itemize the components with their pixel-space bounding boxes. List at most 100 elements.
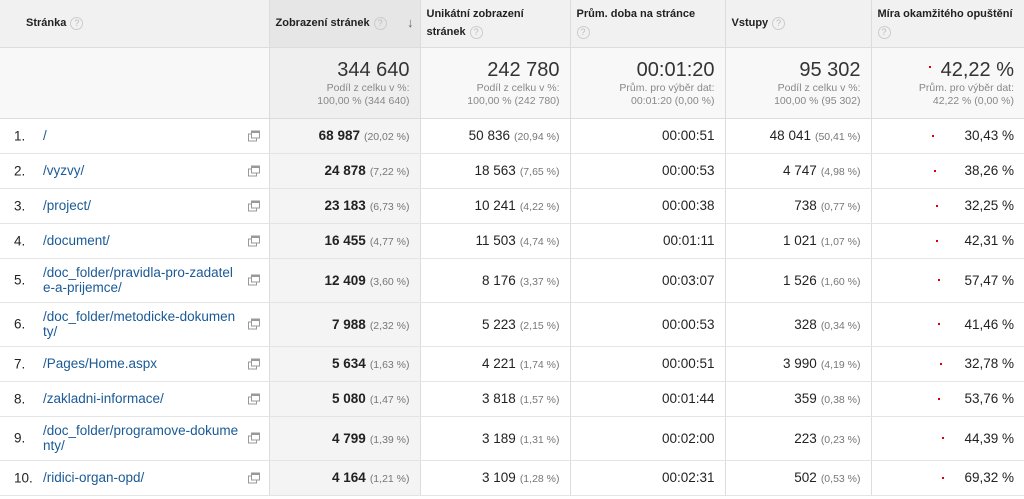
bounce-indicator-dot	[937, 279, 940, 281]
page-cell: 3. /project/	[0, 188, 270, 224]
open-page-external-icon[interactable]	[247, 130, 260, 141]
header-row: Stránka? Zobrazení stránek? ↓ Unikátní z…	[0, 0, 1024, 48]
table-row: 3. /project/23 183 (6,73 %) 10 241 (4,22 %) 0…	[0, 188, 1024, 224]
column-header-bounce-rate[interactable]: Míra okamžitého opuštění ?	[871, 0, 1024, 48]
entrances-cell: 738 (0,77 %)	[725, 188, 872, 224]
bounce-indicator-dot	[939, 362, 942, 365]
open-page-external-icon[interactable]	[247, 358, 260, 369]
bounce-rate-cell: 41,46 %	[871, 302, 1024, 347]
unique-pageviews-cell: 3 109 (1,28 %)	[420, 460, 571, 496]
table-row: 9. /doc_folder/programove-dokumenty/4 799…	[0, 416, 1024, 461]
pageviews-cell: 5 634 (1,63 %)	[269, 346, 421, 382]
page-cell: 7. /Pages/Home.aspx	[0, 346, 270, 382]
pageviews-cell: 16 455 (4,77 %)	[269, 223, 421, 259]
entrances-cell: 328 (0,34 %)	[725, 302, 872, 347]
open-page-external-icon[interactable]	[247, 165, 260, 176]
table-row: 1. / 68 987 (20,02 %) 50 836 (20,94 %) 00:00:5…	[0, 118, 1024, 154]
help-icon[interactable]: ?	[576, 25, 590, 39]
column-header-entrances[interactable]: Vstupy?	[725, 0, 872, 48]
open-page-external-icon[interactable]	[247, 274, 260, 286]
bounce-rate-cell: 32,25 %	[871, 188, 1024, 224]
page-link[interactable]: /Pages/Home.aspx	[43, 356, 239, 371]
bounce-rate-cell: 44,39 %	[871, 416, 1024, 461]
page-link[interactable]: /	[43, 128, 239, 143]
page-link[interactable]: /vyzvy/	[43, 163, 239, 178]
analytics-pages-table: Stránka? Zobrazení stránek? ↓ Unikátní z…	[0, 0, 1024, 496]
bounce-indicator-dot	[941, 437, 944, 439]
totals-label-cell	[0, 47, 270, 119]
page-link[interactable]: /doc_folder/pravidla-pro-zadatele-a-prij…	[43, 265, 239, 295]
open-page-external-icon[interactable]	[247, 235, 260, 246]
unique-pageviews-cell: 10 241 (4,22 %)	[420, 188, 571, 224]
avg-time-cell: 00:02:31	[570, 460, 726, 496]
avg-time-cell: 00:03:07	[570, 258, 726, 303]
avg-time-cell: 00:00:53	[570, 302, 726, 347]
page-cell: 4. /document/	[0, 223, 270, 259]
page-cell: 5. /doc_folder/pravidla-pro-zadatele-a-pr…	[0, 258, 270, 303]
entrances-cell: 1 021 (1,07 %)	[725, 223, 872, 259]
entrances-cell: 223 (0,23 %)	[725, 416, 872, 461]
open-page-external-icon[interactable]	[247, 318, 260, 330]
entrances-cell: 502 (0,53 %)	[725, 460, 872, 496]
bounce-rate-cell: 42,31 %	[871, 223, 1024, 259]
avg-time-cell: 00:00:51	[570, 346, 726, 382]
help-icon[interactable]: ?	[772, 16, 786, 30]
unique-pageviews-cell: 3 818 (1,57 %)	[420, 381, 571, 417]
pageviews-cell: 24 878 (7,22 %)	[269, 153, 421, 189]
row-number: 5.	[14, 272, 26, 288]
page-cell: 2. /vyzvy/	[0, 153, 270, 189]
row-number: 9.	[14, 430, 26, 446]
page-link[interactable]: /zakladni-informace/	[43, 391, 239, 406]
pageviews-cell: 4 164 (1,21 %)	[269, 460, 421, 496]
bounce-indicator-dot	[941, 476, 944, 479]
pageviews-cell: 23 183 (6,73 %)	[269, 188, 421, 224]
avg-time-cell: 00:00:38	[570, 188, 726, 224]
page-cell: 10. /ridici-organ-opd/	[0, 460, 270, 496]
unique-pageviews-cell: 4 221 (1,74 %)	[420, 346, 571, 382]
total-entrances: 95 302 Podíl z celku v %: 100,00 % (95 3…	[725, 47, 872, 119]
unique-pageviews-cell: 5 223 (2,15 %)	[420, 302, 571, 347]
unique-pageviews-cell: 11 503 (4,74 %)	[420, 223, 571, 259]
pageviews-cell: 7 988 (2,32 %)	[269, 302, 421, 347]
pageviews-cell: 4 799 (1,39 %)	[269, 416, 421, 461]
bounce-indicator-dot	[937, 323, 940, 325]
bounce-indicator-dot	[935, 239, 938, 242]
column-header-avg-time[interactable]: Prům. doba na stránce ?	[570, 0, 726, 48]
bounce-indicator-dot	[931, 134, 934, 137]
page-link[interactable]: /ridici-organ-opd/	[43, 470, 239, 485]
sort-descending-icon[interactable]: ↓	[407, 14, 414, 32]
column-header-unique-pageviews[interactable]: Unikátní zobrazení stránek?	[420, 0, 571, 48]
avg-time-cell: 00:01:11	[570, 223, 726, 259]
unique-pageviews-cell: 50 836 (20,94 %)	[420, 118, 571, 154]
table-row: 8. /zakladni-informace/5 080 (1,47 %) 3 818…	[0, 381, 1024, 417]
open-page-external-icon[interactable]	[247, 432, 260, 444]
pageviews-cell: 5 080 (1,47 %)	[269, 381, 421, 417]
open-page-external-icon[interactable]	[247, 200, 260, 211]
row-number: 3.	[14, 198, 26, 213]
page-link[interactable]: /document/	[43, 233, 239, 248]
bounce-rate-cell: 69,32 %	[871, 460, 1024, 496]
column-header-page[interactable]: Stránka?	[0, 0, 270, 48]
pageviews-cell: 68 987 (20,02 %)	[269, 118, 421, 154]
unique-pageviews-cell: 8 176 (3,37 %)	[420, 258, 571, 303]
bounce-indicator-dot	[933, 169, 936, 172]
row-number: 8.	[14, 391, 26, 406]
page-link[interactable]: /doc_folder/metodicke-dokumenty/	[43, 309, 239, 339]
open-page-external-icon[interactable]	[247, 393, 260, 404]
row-number: 2.	[14, 163, 26, 178]
avg-time-cell: 00:00:51	[570, 118, 726, 154]
help-icon[interactable]: ?	[877, 25, 891, 39]
table-row: 7. /Pages/Home.aspx 5 634 (1,63 %) 4 221 (1,7…	[0, 346, 1024, 382]
table-row: 10. /ridici-organ-opd/4 164 (1,21 %) 3 109(…	[0, 460, 1024, 496]
page-link[interactable]: /doc_folder/programove-dokumenty/	[43, 423, 239, 453]
row-number: 7.	[14, 356, 26, 371]
column-header-pageviews[interactable]: Zobrazení stránek? ↓	[269, 0, 421, 48]
help-icon[interactable]: ?	[70, 16, 84, 30]
page-link[interactable]: /project/	[43, 198, 239, 213]
page-cell: 6. /doc_folder/metodicke-dokumenty/	[0, 302, 270, 347]
help-icon[interactable]: ?	[373, 16, 387, 30]
avg-time-cell: 00:01:44	[570, 381, 726, 417]
help-icon[interactable]: ?	[469, 25, 483, 39]
unique-pageviews-cell: 18 563 (7,65 %)	[420, 153, 571, 189]
open-page-external-icon[interactable]	[247, 472, 260, 483]
